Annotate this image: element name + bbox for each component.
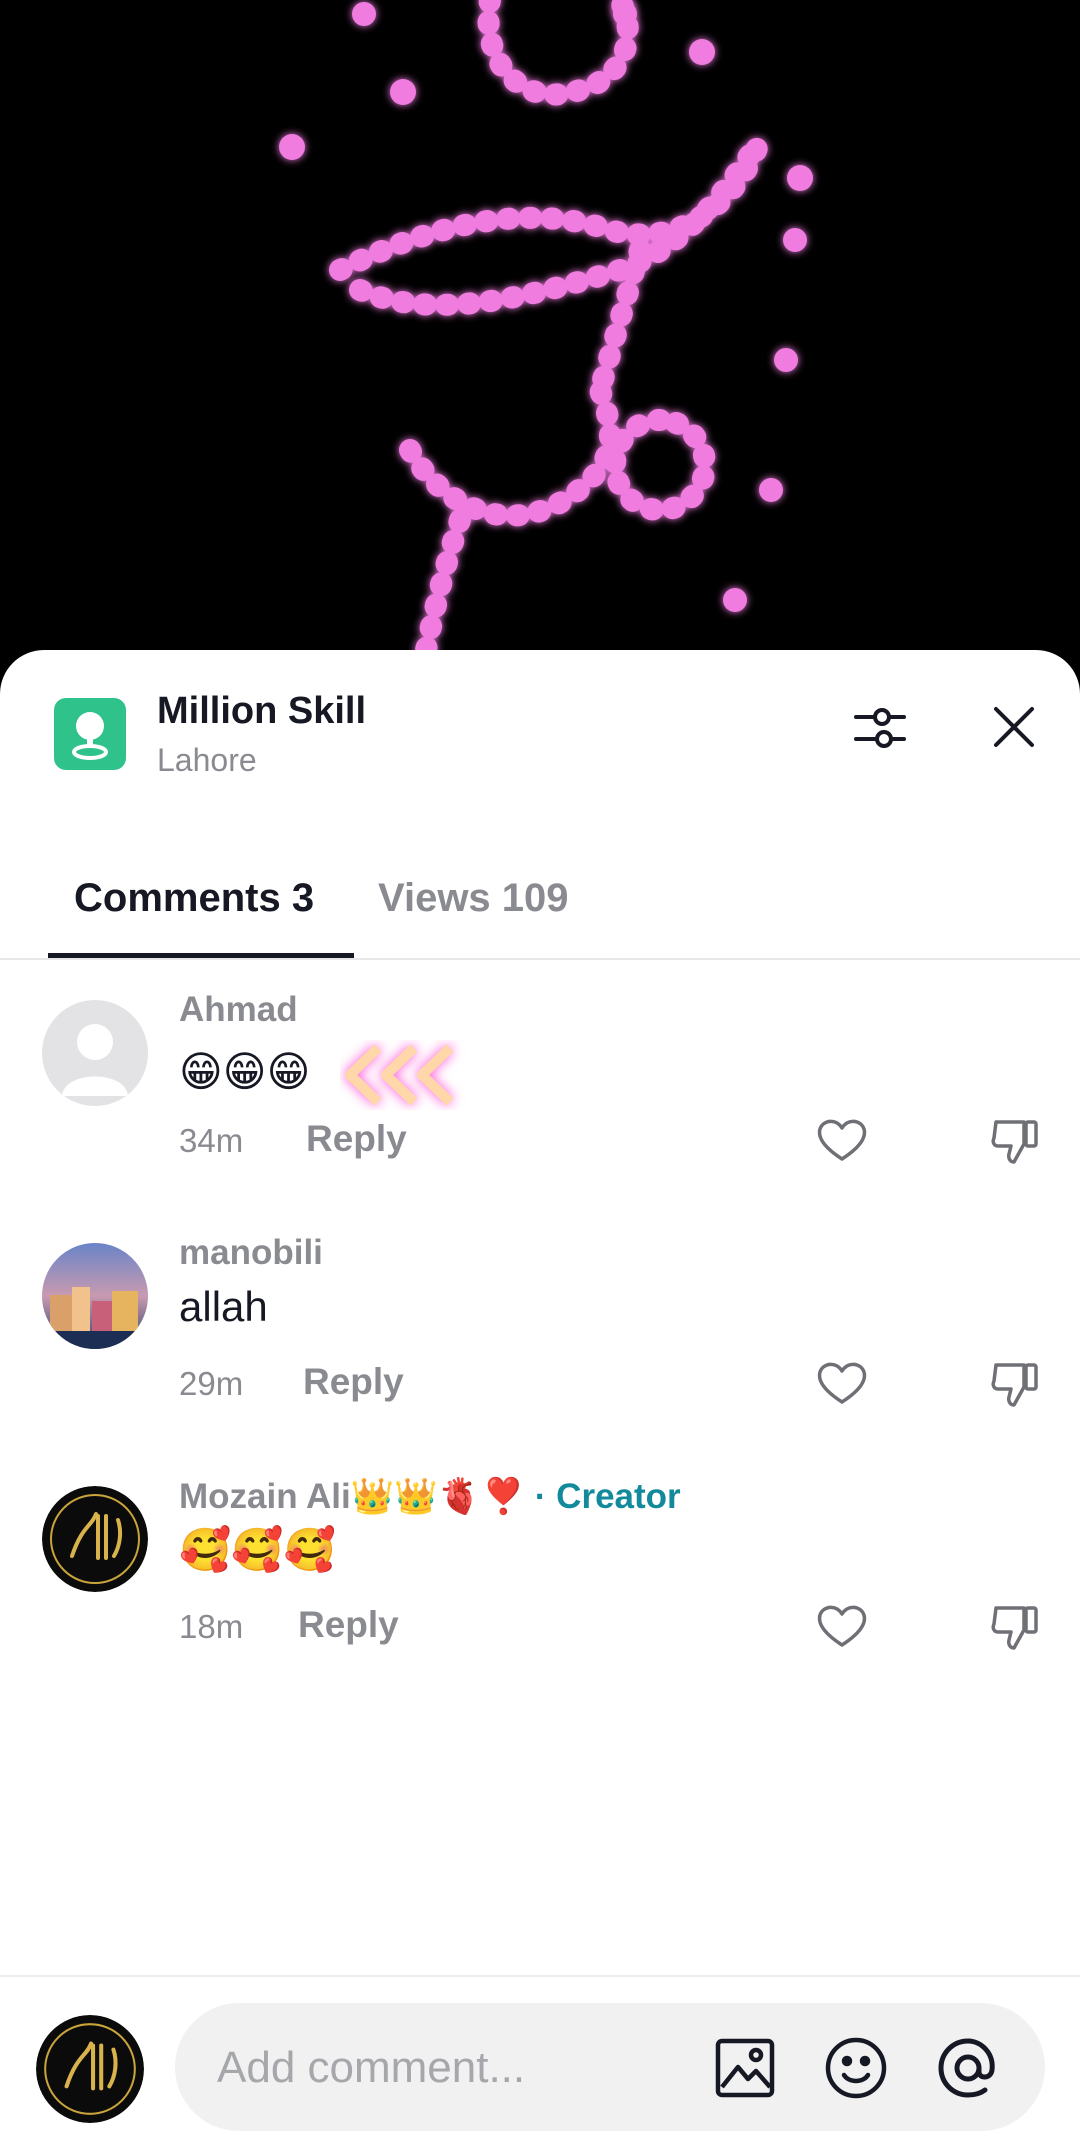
comment-text: 😁😁😁 [179, 1040, 470, 1110]
comment-time: 29m [179, 1365, 244, 1402]
comment-username[interactable]: manobili [179, 1233, 323, 1273]
image-icon[interactable] [712, 2035, 778, 2101]
reply-button[interactable]: Reply [298, 1604, 399, 1646]
chevron-sticker-icon [345, 1044, 454, 1106]
comment-item: manobili allah 29m Reply [0, 1233, 1080, 1453]
comment-item: Mozain Ali👑👑🫀❣️ · Creator 🥰🥰🥰 18m Reply [0, 1476, 1080, 1696]
comment-time: 34m [179, 1122, 244, 1159]
mention-icon[interactable] [935, 2035, 1001, 2101]
comment-time: 18m [179, 1608, 244, 1645]
heart-icon[interactable] [814, 1112, 870, 1168]
comment-text: 🥰🥰🥰 [179, 1526, 336, 1573]
tab-views[interactable]: Views 109 [378, 876, 569, 921]
thumbs-down-icon[interactable] [988, 1112, 1044, 1168]
emoji-icon[interactable] [823, 2035, 889, 2101]
reply-button[interactable]: Reply [306, 1118, 407, 1160]
avatar[interactable] [42, 1243, 148, 1349]
map-pin-icon [54, 698, 126, 770]
thumbs-down-icon[interactable] [988, 1598, 1044, 1654]
filter-icon[interactable] [848, 695, 912, 759]
comment-username[interactable]: Ahmad [179, 990, 298, 1030]
comment-composer [0, 1975, 1080, 2132]
comment-item: Ahmad 😁😁😁 34m Reply [0, 990, 1080, 1210]
creator-badge: · Creator [525, 1477, 681, 1516]
location-subtitle: Lahore [157, 742, 257, 778]
comment-username: Mozain Ali👑👑🫀❣️ · Creator [179, 1476, 681, 1517]
close-icon[interactable] [982, 695, 1046, 759]
tab-comments[interactable]: Comments 3 [74, 876, 314, 921]
avatar[interactable] [42, 1000, 148, 1106]
star-calligraphy-graphic [279, 0, 813, 680]
avatar[interactable] [42, 1486, 148, 1592]
comment-input[interactable] [217, 2033, 697, 2103]
thumbs-down-icon[interactable] [988, 1355, 1044, 1411]
heart-icon[interactable] [814, 1355, 870, 1411]
user-avatar[interactable] [36, 2015, 144, 2123]
comment-input-container [175, 2003, 1045, 2131]
sheet-header: Million Skill Lahore [0, 650, 1080, 800]
comment-text-content: 😁😁😁 [179, 1048, 311, 1096]
active-tab-indicator [48, 953, 354, 958]
creator-username[interactable]: Mozain Ali👑👑🫀❣️ [179, 1477, 525, 1516]
reply-button[interactable]: Reply [303, 1361, 404, 1403]
location-title[interactable]: Million Skill [157, 690, 366, 733]
video-player[interactable] [0, 0, 1080, 680]
heart-icon[interactable] [814, 1598, 870, 1654]
comment-text: allah [179, 1283, 268, 1330]
tab-bar: Comments 3 Views 109 [0, 840, 1080, 960]
comments-sheet: Million Skill Lahore Comments 3 Views 10… [0, 650, 1080, 2132]
